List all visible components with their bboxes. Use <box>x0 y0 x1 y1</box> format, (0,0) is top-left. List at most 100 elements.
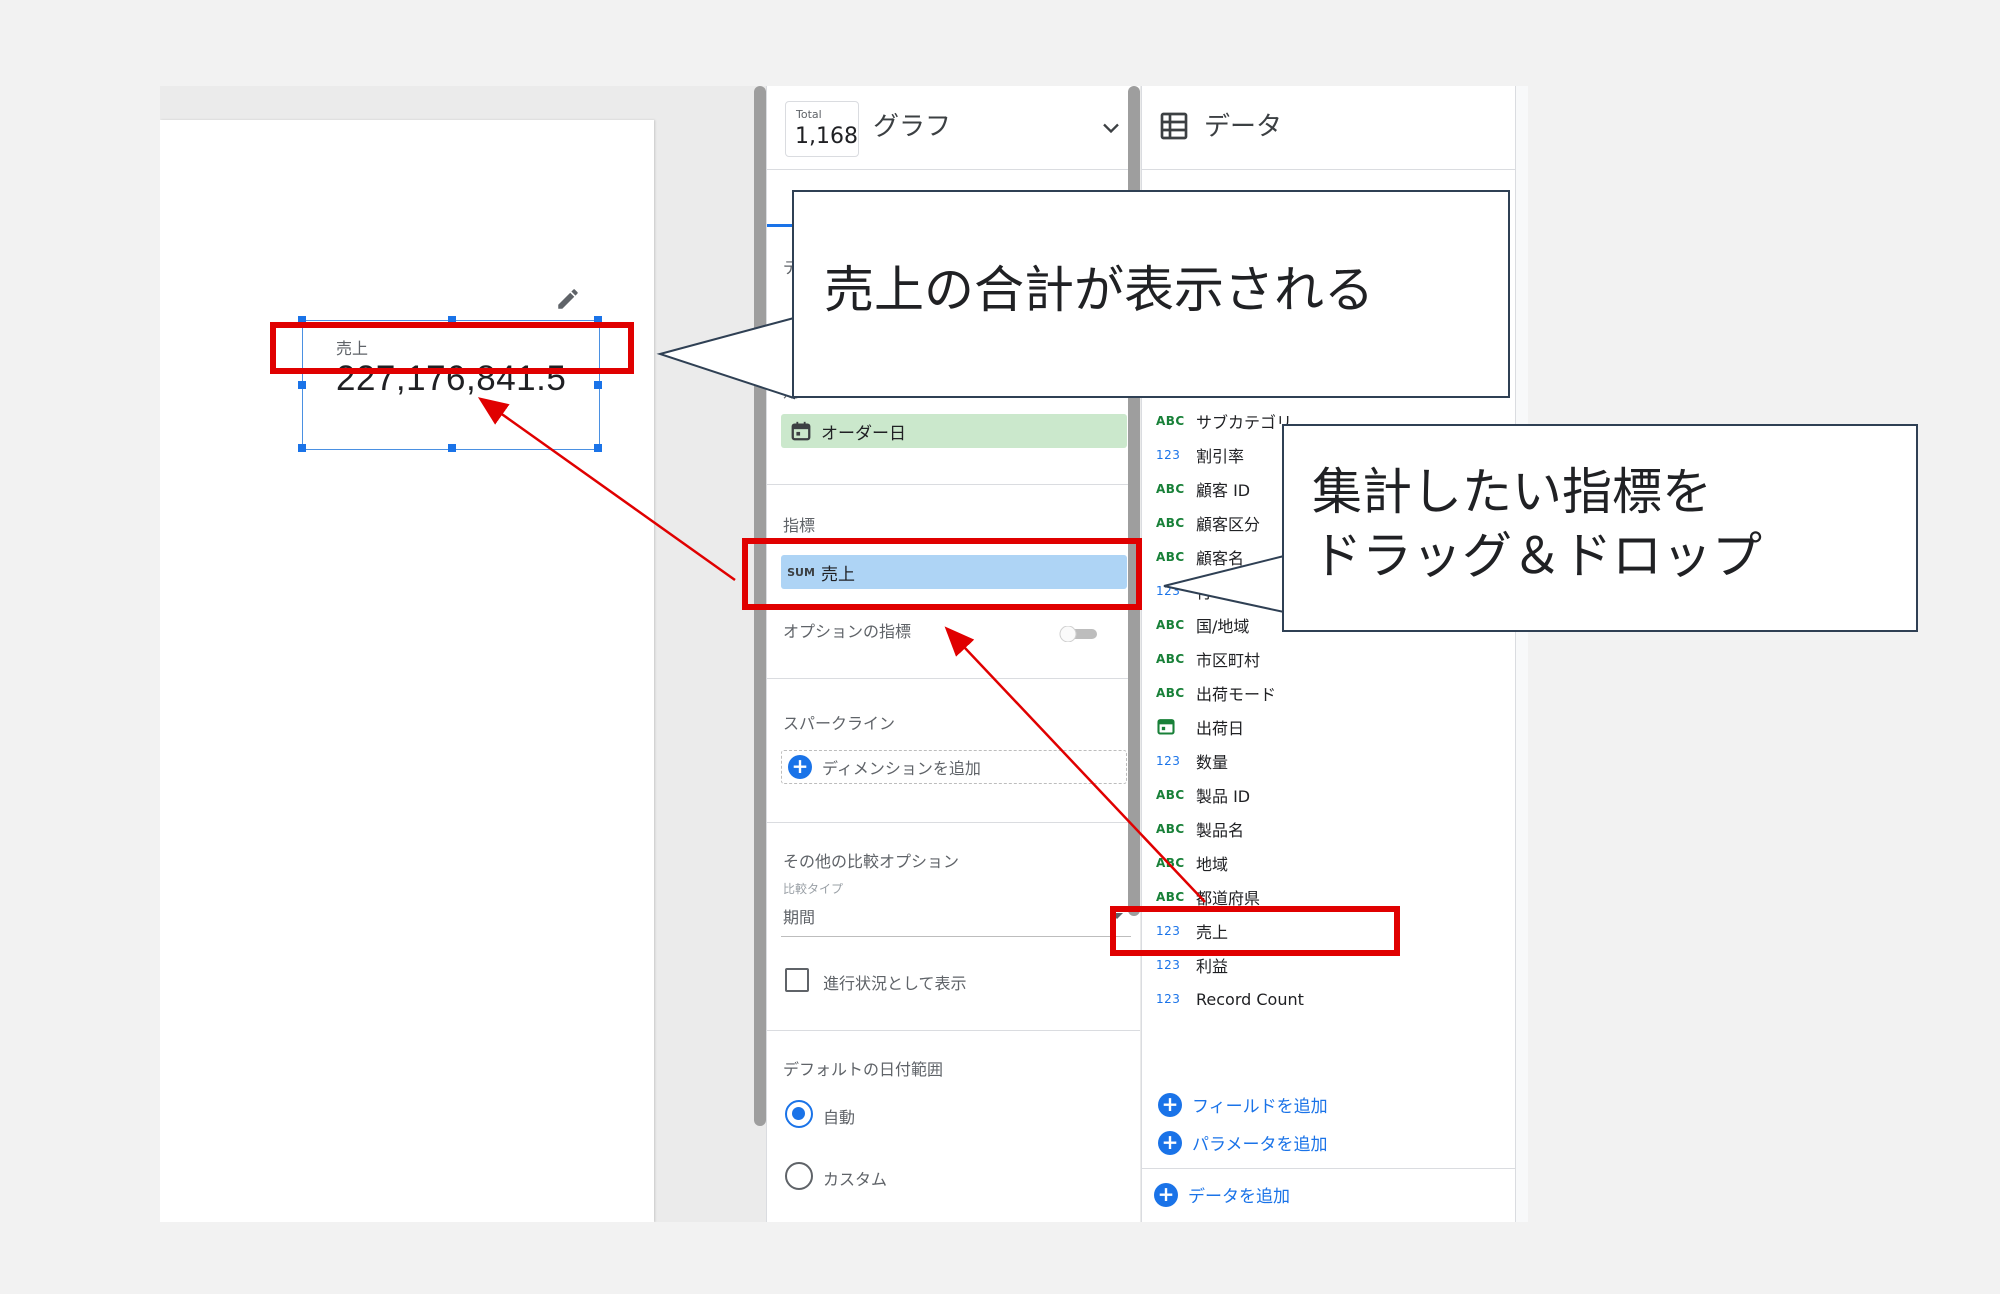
add-data-label: データを追加 <box>1188 1187 1290 1207</box>
field-name: 製品名 <box>1196 821 1245 840</box>
side-panel-edge <box>1515 86 1528 1222</box>
field-type-badge: ABC <box>1156 890 1185 904</box>
callout-text-line2: ドラッグ＆ドロップ <box>1312 527 1762 585</box>
add-field-label: フィールドを追加 <box>1192 1097 1328 1117</box>
add-field-link[interactable]: + フィールドを追加 <box>1158 1092 1328 1117</box>
field-item[interactable]: 出荷日 <box>1156 712 1244 742</box>
add-circle-icon: + <box>1158 1130 1182 1155</box>
date-dimension-chip[interactable]: オーダー日 <box>781 414 1127 448</box>
section-divider <box>767 484 1140 485</box>
optional-metrics-toggle[interactable] <box>1059 626 1099 642</box>
field-type-badge: ABC <box>1156 686 1185 700</box>
resize-handle[interactable] <box>298 444 306 452</box>
aggregation-badge[interactable]: SUM <box>781 566 821 579</box>
pencil-icon[interactable] <box>555 286 581 312</box>
resize-handle[interactable] <box>448 316 456 324</box>
resize-handle[interactable] <box>298 381 306 389</box>
metric-chip-sales[interactable]: SUM 売上 <box>781 555 1127 589</box>
field-type-badge: ABC <box>1156 652 1185 666</box>
default-date-range-title: デフォルトの日付範囲 <box>783 1060 944 1079</box>
field-name: 製品 ID <box>1196 787 1251 806</box>
field-name: 数量 <box>1196 753 1229 772</box>
add-circle-icon: + <box>1158 1092 1182 1117</box>
scorecard-chart[interactable]: 売上 227,176,841.5 <box>298 316 602 452</box>
calendar-icon <box>1156 716 1190 739</box>
resize-handle[interactable] <box>594 444 602 452</box>
metric-section-title: 指標 <box>783 516 816 535</box>
resize-handle[interactable] <box>448 444 456 452</box>
total-number: 1,168 <box>795 124 858 149</box>
chart-type-thumbnail[interactable]: Total 1,168 <box>785 101 859 157</box>
field-type-badge: ABC <box>1156 482 1185 496</box>
field-item[interactable]: 123 売上 <box>1156 916 1228 946</box>
field-item[interactable]: 123 数量 <box>1156 746 1228 776</box>
field-name: 市区町村 <box>1196 651 1261 670</box>
data-header: データ <box>1142 86 1515 170</box>
select-underline <box>781 936 1131 937</box>
field-item[interactable]: ABC 出荷モード <box>1156 678 1276 708</box>
data-panel-title: データ <box>1204 112 1283 142</box>
field-type-badge: 123 <box>1156 992 1181 1006</box>
field-item[interactable]: ABC 顧客区分 <box>1156 508 1260 538</box>
section-divider <box>767 822 1140 823</box>
field-type-badge: 123 <box>1156 958 1181 972</box>
canvas-scrollbar[interactable] <box>754 86 766 1126</box>
add-dimension-button[interactable]: + ディメンションを追加 <box>781 750 1127 784</box>
metric-chip-label: 売上 <box>821 564 855 585</box>
scorecard-label: 売上 <box>336 339 369 358</box>
chevron-down-icon[interactable] <box>1097 114 1125 142</box>
callout-text: 売上の合計が表示される <box>824 261 1374 319</box>
resize-handle[interactable] <box>594 316 602 324</box>
field-name: 売上 <box>1196 923 1229 942</box>
add-data-link[interactable]: + データを追加 <box>1154 1182 1290 1207</box>
field-name: 地域 <box>1196 855 1229 874</box>
section-divider <box>767 1030 1140 1031</box>
field-item[interactable]: ABC 市区町村 <box>1156 644 1260 674</box>
field-type-badge: ABC <box>1156 822 1185 836</box>
field-name: 顧客名 <box>1196 549 1245 568</box>
custom-radio[interactable] <box>785 1162 813 1190</box>
show-progress-label: 進行状況として表示 <box>823 974 967 993</box>
scorecard-value: 227,176,841.5 <box>336 359 567 398</box>
auto-radio[interactable] <box>785 1100 813 1128</box>
field-type-badge: ABC <box>1156 550 1185 564</box>
field-item[interactable]: 123 Record Count <box>1156 984 1304 1014</box>
field-type-badge: 123 <box>1156 448 1181 462</box>
field-name: 出荷日 <box>1196 719 1245 738</box>
callout-sum-displayed: 売上の合計が表示される <box>792 190 1510 398</box>
callout-drag-drop: 集計したい指標を ドラッグ＆ドロップ <box>1282 424 1918 632</box>
chart-type-label[interactable]: グラフ <box>873 106 951 143</box>
report-canvas[interactable]: 売上 227,176,841.5 <box>160 120 654 1222</box>
section-divider <box>767 678 1140 679</box>
field-item[interactable]: ABC 製品 ID <box>1156 780 1250 810</box>
callout-text-line1: 集計したい指標を <box>1312 463 1712 521</box>
field-item[interactable]: ABC 顧客 ID <box>1156 474 1250 504</box>
auto-radio-label: 自動 <box>823 1108 856 1127</box>
dropdown-arrow-icon[interactable] <box>1111 913 1123 919</box>
compare-type-select[interactable]: 期間 <box>783 904 815 928</box>
field-item[interactable]: ABC 国/地域 <box>1156 610 1249 640</box>
field-item[interactable]: ABC 製品名 <box>1156 814 1244 844</box>
field-item[interactable]: 123 利益 <box>1156 950 1228 980</box>
sparkline-section-title: スパークライン <box>783 714 896 733</box>
field-item[interactable]: ABC 地域 <box>1156 848 1228 878</box>
resize-handle[interactable] <box>298 316 306 324</box>
show-progress-checkbox[interactable] <box>785 968 809 992</box>
field-name: 利益 <box>1196 957 1229 976</box>
field-type-badge: ABC <box>1156 788 1185 802</box>
resize-handle[interactable] <box>594 381 602 389</box>
field-type-badge: 123 <box>1156 584 1181 598</box>
field-item[interactable]: ABC サブカテゴリ <box>1156 406 1292 436</box>
field-item[interactable]: 123 行 ID <box>1156 576 1234 606</box>
date-dimension-label: オーダー日 <box>821 423 906 444</box>
field-type-badge: ABC <box>1156 516 1185 530</box>
field-item[interactable]: ABC 都道府県 <box>1156 882 1260 912</box>
setup-header: Total 1,168 グラフ <box>767 86 1140 170</box>
field-type-badge: ABC <box>1156 856 1185 870</box>
add-parameter-link[interactable]: + パラメータを追加 <box>1158 1130 1328 1155</box>
field-item[interactable]: 123 割引率 <box>1156 440 1244 470</box>
calendar-icon <box>781 420 821 442</box>
field-item[interactable]: ABC 顧客名 <box>1156 542 1244 572</box>
field-name: サブカテゴリ <box>1196 413 1293 432</box>
field-type-badge: 123 <box>1156 924 1181 938</box>
